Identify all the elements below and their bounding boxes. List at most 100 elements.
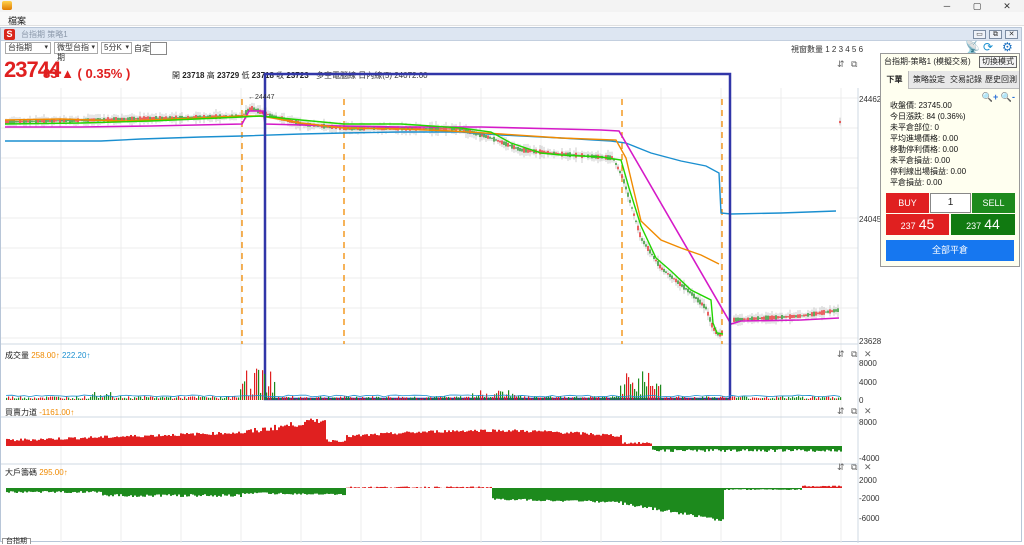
volume-bar xyxy=(828,397,829,400)
volume-bar xyxy=(364,399,365,400)
force-bar xyxy=(392,434,394,446)
candle-bar xyxy=(631,207,632,208)
big-player-bar xyxy=(254,488,256,493)
big-player-bar xyxy=(706,488,708,518)
candle-bar xyxy=(699,300,700,305)
broadcast-icon[interactable]: 📡 xyxy=(965,40,980,54)
big-player-bar xyxy=(202,488,204,495)
volume-bar xyxy=(298,398,299,400)
candle-bar xyxy=(705,307,706,310)
bid-price-button[interactable]: 237 45 xyxy=(886,214,949,235)
volume-bar xyxy=(66,397,67,400)
volume-bar xyxy=(216,398,217,400)
big-player-bar xyxy=(8,488,10,493)
volume-bar xyxy=(760,398,761,400)
big-player-bar xyxy=(178,488,180,495)
force-bar xyxy=(102,438,104,446)
force-bar xyxy=(722,446,724,450)
volume-bar xyxy=(674,398,675,400)
volume-bar xyxy=(352,398,353,400)
force-bar xyxy=(326,439,328,446)
big-player-bar xyxy=(168,488,170,494)
candle-bar xyxy=(637,226,638,231)
volume-bar xyxy=(170,397,171,400)
volume-bar xyxy=(406,397,407,400)
volume-bar xyxy=(522,398,523,400)
menu-file[interactable]: 檔案 xyxy=(8,14,26,27)
volume-bar xyxy=(616,396,617,400)
big-player-bar xyxy=(700,488,702,516)
volume-bar xyxy=(148,397,149,400)
ask-price-button[interactable]: 237 44 xyxy=(951,214,1015,235)
quantity-input[interactable]: 1 xyxy=(930,193,971,213)
minimize-button[interactable]: ─ xyxy=(932,0,962,12)
big-player-bar xyxy=(768,488,770,489)
force-bar xyxy=(548,431,550,446)
close-all-button[interactable]: 全部平倉 xyxy=(886,240,1014,261)
symbol-tab[interactable]: 台指期 xyxy=(2,538,31,544)
force-bar xyxy=(78,439,80,446)
big-player-bar xyxy=(518,488,520,499)
force-bar xyxy=(768,446,770,451)
force-bar xyxy=(360,436,362,446)
big-player-bar xyxy=(766,488,768,490)
big-player-bar xyxy=(106,488,108,495)
tab-order[interactable]: 下單 xyxy=(881,71,909,89)
big-player-bar xyxy=(10,488,12,491)
user-settings-icon[interactable]: ⚙ xyxy=(1002,40,1013,54)
main-pane-tools[interactable]: ⇵ ⧉ xyxy=(837,59,859,70)
big-player-bar xyxy=(576,488,578,500)
big-pane-tools[interactable]: ⇵ ⧉ ✕ xyxy=(837,462,874,473)
buy-button[interactable]: BUY xyxy=(886,193,929,213)
force-bar xyxy=(174,436,176,446)
volume-bar xyxy=(372,396,373,400)
candle-bar xyxy=(745,319,746,320)
big-player-bar xyxy=(376,487,378,488)
big-player-bar xyxy=(604,488,606,502)
volume-bar xyxy=(756,398,757,400)
maximize-button[interactable]: ▢ xyxy=(962,0,992,12)
volume-bar xyxy=(742,396,743,400)
force-bar xyxy=(164,435,166,446)
volume-bar xyxy=(668,399,669,400)
volume-bar xyxy=(504,397,505,400)
big-player-bar xyxy=(396,487,398,488)
force-bar xyxy=(370,434,372,446)
candle-bar xyxy=(267,114,268,115)
trade-panel: 台指期-策略1 (模擬交易) 切換模式 下單 策略設定 交易記錄 歷史回測 🔍+… xyxy=(880,53,1020,267)
big-player-bar xyxy=(818,487,820,488)
tab-trade-log[interactable]: 交易記錄 xyxy=(948,71,984,89)
volume-bar xyxy=(696,398,697,400)
force-bar xyxy=(124,437,126,446)
big-player-bar xyxy=(404,487,406,488)
force-bar xyxy=(58,437,60,446)
big-axis-label: 2000 xyxy=(859,476,877,485)
force-pane-tools[interactable]: ⇵ ⧉ ✕ xyxy=(837,406,874,417)
zoom-icon[interactable]: 🔍+ 🔍- xyxy=(982,92,1015,103)
big-player-bar xyxy=(720,488,722,521)
big-player-bar xyxy=(812,486,814,488)
force-bar xyxy=(338,442,340,446)
refresh-icon[interactable]: ⟳ xyxy=(983,40,993,54)
force-bar xyxy=(118,437,120,446)
candle-bar xyxy=(499,141,500,143)
big-player-bar xyxy=(452,487,454,488)
sell-button[interactable]: SELL xyxy=(972,193,1015,213)
force-bar xyxy=(484,430,486,446)
force-bar xyxy=(156,436,158,446)
big-player-bar xyxy=(358,487,360,488)
tab-backtest[interactable]: 歷史回測 xyxy=(983,71,1019,89)
close-button[interactable]: ✕ xyxy=(992,0,1022,12)
force-bar xyxy=(480,430,482,446)
position-info: 收盤價: 23745.00 今日漲跌: 84 (0.36%) 未平倉部位: 0 … xyxy=(890,100,966,188)
candle-bar xyxy=(813,312,814,317)
big-player-bar xyxy=(230,488,232,496)
tab-strategy-settings[interactable]: 策略設定 xyxy=(911,71,947,89)
big-player-bar xyxy=(612,488,614,501)
force-bar xyxy=(418,432,420,446)
force-bar xyxy=(620,435,622,446)
candle-bar xyxy=(123,118,124,121)
candle-bar xyxy=(681,284,682,287)
candle-bar xyxy=(523,148,524,153)
switch-mode-button[interactable]: 切換模式 xyxy=(979,56,1017,68)
